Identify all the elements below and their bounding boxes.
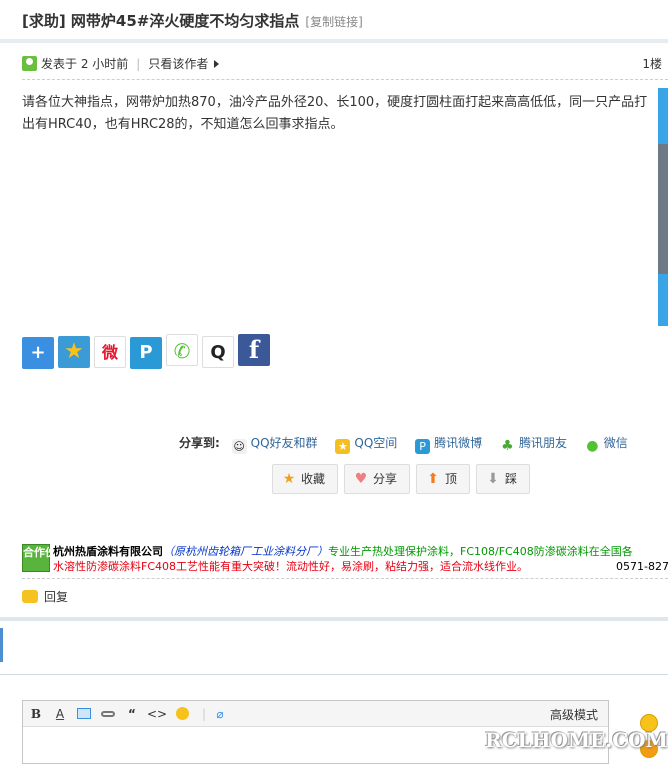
- partner-phone: 0571-8276: [616, 560, 668, 573]
- post-meta: 发表于 2 小时前 | 只看该作者 1楼: [22, 55, 668, 75]
- partner-ad[interactable]: 合作伙伴 杭州热盾涂料有限公司（原杭州齿轮箱厂工业涂料分厂）专业生产热处理保护涂…: [22, 544, 668, 574]
- image-icon[interactable]: [75, 705, 93, 723]
- attachment-icon[interactable]: ⌀: [211, 705, 229, 723]
- font-color-icon[interactable]: A: [51, 705, 69, 723]
- upvote-button[interactable]: ⬆ 顶: [416, 464, 471, 494]
- tab-indicator: [0, 628, 4, 662]
- share-tencent-friends[interactable]: ♣ 腾讯朋友: [500, 434, 567, 454]
- post-actions: ★ 收藏 ♥ 分享 ⬆ 顶 ⬇ 踩: [272, 464, 536, 494]
- section-divider: [0, 674, 668, 675]
- share-to-label: 分享到:: [179, 436, 220, 450]
- arrow-right-icon: [214, 60, 220, 68]
- share-tencent-friends-label: 腾讯朋友: [518, 436, 567, 450]
- divider: [22, 578, 668, 579]
- author-only-link[interactable]: 只看该作者: [148, 57, 208, 71]
- sina-weibo-icon[interactable]: 微: [94, 336, 126, 368]
- share-qzone-label: QQ空间: [354, 436, 398, 450]
- share-button[interactable]: ♥ 分享: [344, 464, 411, 494]
- share-icon-row: + ★ 微 P ✆ Qf: [22, 334, 274, 369]
- partner-company[interactable]: 杭州热盾涂料有限公司: [53, 545, 163, 558]
- site-watermark: RCLHOME.COM: [485, 728, 668, 752]
- downvote-label: 踩: [505, 472, 518, 486]
- upvote-label: 顶: [445, 472, 458, 486]
- share-tencent-weibo[interactable]: P 腾讯微博: [415, 434, 482, 454]
- qq-icon: ☺: [231, 439, 247, 454]
- tencent-weibo-icon: P: [415, 439, 431, 454]
- share-more-icon[interactable]: +: [22, 337, 54, 369]
- partner-badge: 合作伙伴: [22, 544, 67, 572]
- reply-label: 回复: [44, 590, 69, 604]
- favorite-label: 收藏: [301, 472, 326, 486]
- share-wechat-label: 微信: [603, 436, 628, 450]
- section-divider: [0, 617, 668, 621]
- wechat-icon[interactable]: ✆: [166, 334, 198, 366]
- floor-number[interactable]: 1楼: [642, 55, 662, 72]
- wechat-icon: ●: [586, 438, 599, 454]
- favorite-button[interactable]: ★ 收藏: [272, 464, 339, 494]
- thread-title-text: [求助] 网带炉45#淬火硬度不均匀求指点: [22, 12, 300, 30]
- share-to-bar: 分享到: ☺ QQ好友和群 ★ QQ空间 P 腾讯微博 ♣ 腾讯朋友 ● 微信: [179, 434, 642, 454]
- share-qq-friends-label: QQ好友和群: [250, 436, 318, 450]
- share-wechat[interactable]: ● 微信: [585, 434, 628, 454]
- heart-icon: ♥: [354, 471, 368, 487]
- post-time: 发表于 2 小时前: [41, 57, 129, 71]
- arrow-down-icon: ⬇: [487, 471, 499, 487]
- downvote-button[interactable]: ⬇ 踩: [476, 464, 531, 494]
- code-icon[interactable]: <>: [147, 705, 167, 723]
- side-ad[interactable]: [658, 88, 668, 326]
- star-icon: ★: [282, 471, 296, 487]
- share-qq-friends[interactable]: ☺ QQ好友和群: [231, 434, 318, 454]
- post: 发表于 2 小时前 | 只看该作者 1楼 请各位大神指点，网带炉加热870，油冷产品…: [0, 40, 668, 618]
- share-tencent-weibo-label: 腾讯微博: [434, 436, 483, 450]
- partner-desc: 专业生产热处理保护涂料，FC108/FC408防渗碳涂料在全国各: [328, 545, 633, 558]
- partner-line-1: 杭州热盾涂料有限公司（原杭州齿轮箱厂工业涂料分厂）专业生产热处理保护涂料，FC1…: [53, 544, 633, 559]
- bold-icon[interactable]: B: [27, 705, 45, 723]
- thread-title-bar: [求助] 网带炉45#淬火硬度不均匀求指点 [复制链接]: [0, 0, 668, 40]
- reply-icon: [22, 590, 38, 603]
- separator: |: [136, 57, 141, 71]
- copy-link[interactable]: [复制链接]: [305, 15, 362, 29]
- user-icon: [22, 56, 37, 71]
- partner-origin: （原杭州齿轮箱厂工业涂料分厂）: [163, 545, 328, 558]
- smiley-icon[interactable]: [173, 705, 191, 723]
- qzone-icon[interactable]: ★: [58, 336, 90, 368]
- quote-icon[interactable]: “: [123, 705, 141, 723]
- editor-toolbar: B A “ <> | ⌀ 高级模式: [23, 701, 608, 727]
- link-icon[interactable]: [99, 705, 117, 723]
- arrow-up-icon: ⬆: [427, 471, 439, 487]
- partner-line-2: 水溶性防渗碳涂料FC408工艺性能有重大突破！流动性好，易涂刷，粘结力强，适合流…: [53, 560, 529, 573]
- qq-icon[interactable]: Q: [202, 336, 234, 368]
- reply-link[interactable]: 回复: [22, 588, 68, 608]
- clover-icon: ♣: [501, 438, 514, 454]
- advanced-mode-link[interactable]: 高级模式: [550, 706, 598, 723]
- facebook-icon[interactable]: f: [238, 334, 270, 366]
- post-body: 请各位大神指点，网带炉加热870，油冷产品外径20、长100，硬度打圆柱面打起来…: [22, 95, 648, 132]
- divider: [22, 79, 668, 80]
- tencent-weibo-icon[interactable]: P: [130, 337, 162, 369]
- share-qzone[interactable]: ★ QQ空间: [335, 434, 397, 454]
- share-label: 分享: [373, 472, 398, 486]
- side-ad-photo: [658, 144, 668, 274]
- qzone-icon: ★: [335, 439, 351, 454]
- thread-title: [求助] 网带炉45#淬火硬度不均匀求指点 [复制链接]: [22, 10, 363, 31]
